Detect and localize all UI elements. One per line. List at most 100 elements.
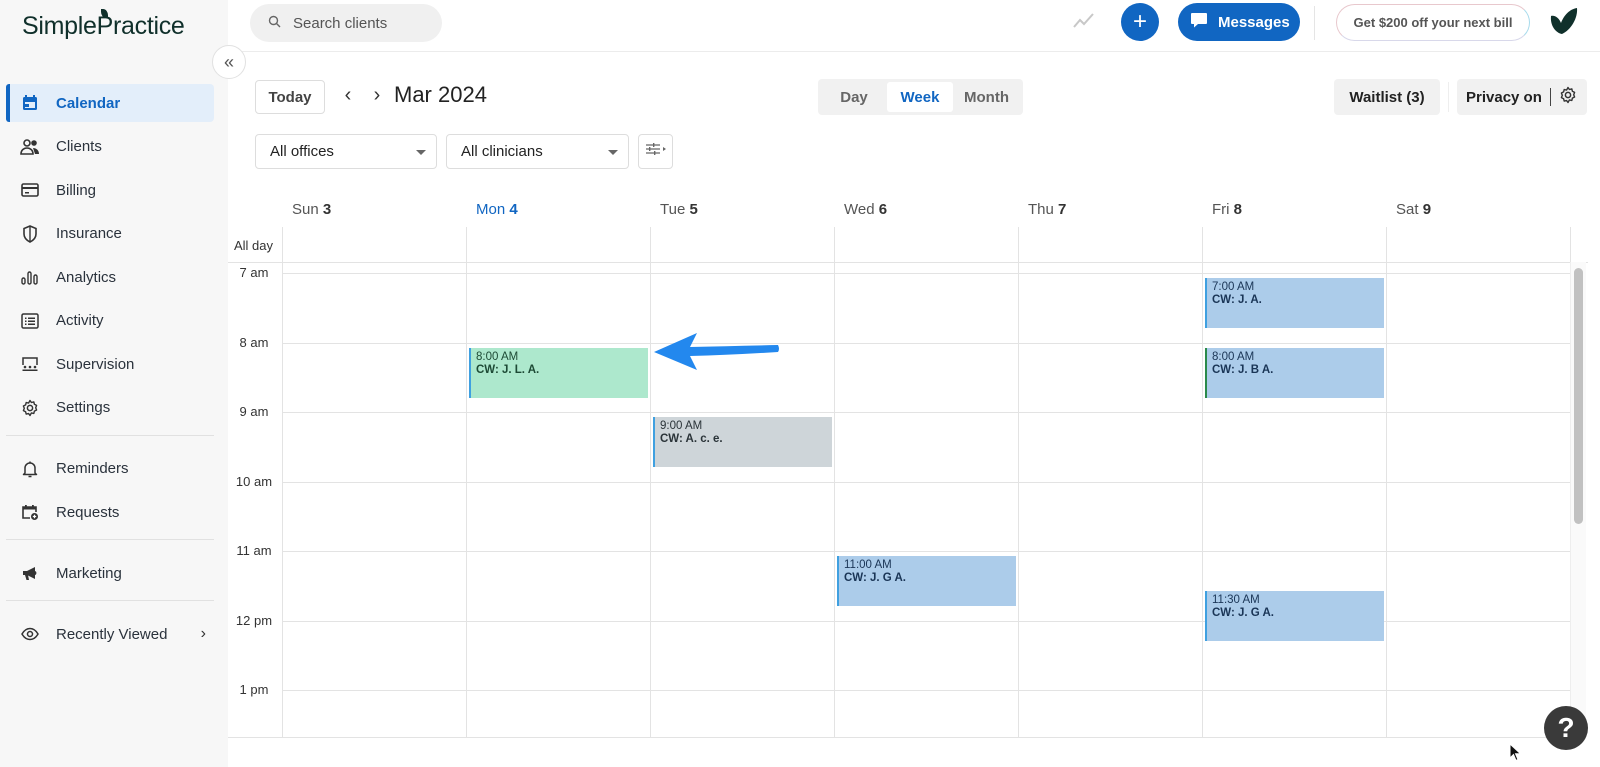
day-header-sun[interactable]: Sun 3: [292, 201, 331, 218]
filter-settings-button[interactable]: [638, 134, 673, 169]
logo-leaf-icon: [101, 9, 108, 18]
day-name: Sat: [1396, 201, 1419, 218]
day-number: 8: [1233, 201, 1243, 218]
sidebar-item-analytics[interactable]: Analytics: [6, 258, 214, 296]
day-name: Thu: [1028, 201, 1054, 218]
gear-icon[interactable]: [1559, 86, 1577, 108]
privacy-toggle-button[interactable]: Privacy on: [1457, 79, 1587, 115]
top-bar: Search clients + Messages Get $200 off y…: [228, 0, 1600, 52]
sidebar-item-reminders[interactable]: Reminders: [6, 450, 214, 488]
question-mark-icon: ?: [1557, 712, 1575, 743]
prev-week-button[interactable]: ‹: [338, 84, 358, 107]
calendar-event[interactable]: 7:00 AM CW: J. A.: [1205, 278, 1384, 329]
trend-icon[interactable]: [1072, 12, 1096, 35]
megaphone-icon: [20, 563, 40, 583]
event-client-name: CW: J. G A.: [844, 572, 906, 584]
search-input[interactable]: Search clients: [250, 4, 442, 42]
chevron-right-icon: ›: [373, 84, 381, 106]
day-number: 3: [322, 201, 332, 218]
time-label: 1 pm: [239, 682, 269, 697]
sliders-icon: [645, 142, 667, 161]
sidebar-item-label: Clients: [56, 138, 102, 155]
calendar-event[interactable]: 8:00 AM CW: J. B A.: [1205, 347, 1384, 398]
calendar-event[interactable]: 8:00 AM CW: J. L. A.: [469, 347, 648, 398]
clinician-filter-select[interactable]: All clinicians: [446, 134, 629, 169]
sidebar-item-recently-viewed[interactable]: Recently Viewed ›: [6, 615, 214, 653]
all-day-label: All day: [234, 238, 274, 253]
account-avatar[interactable]: [1548, 6, 1580, 41]
day-header-tue[interactable]: Tue 5: [660, 201, 698, 218]
waitlist-button[interactable]: Waitlist (3): [1334, 79, 1440, 115]
sidebar-item-supervision[interactable]: Supervision: [6, 345, 214, 383]
sidebar-item-requests[interactable]: Requests: [6, 493, 214, 531]
search-icon: [268, 15, 281, 31]
collapse-sidebar-button[interactable]: «: [212, 45, 246, 79]
hour-line: [282, 273, 1570, 274]
view-day-button[interactable]: Day: [821, 82, 887, 112]
messages-button[interactable]: Messages: [1178, 3, 1300, 41]
chat-bubble-icon: [1190, 11, 1208, 33]
sidebar-item-settings[interactable]: Settings: [6, 389, 214, 427]
messages-label: Messages: [1218, 13, 1290, 31]
sidebar-item-label: Analytics: [56, 268, 117, 286]
day-header-wed[interactable]: Wed 6: [844, 201, 887, 218]
clinician-filter-value: All clinicians: [461, 143, 543, 160]
event-time: 9:00 AM: [660, 420, 703, 432]
hour-line: [282, 342, 1570, 344]
today-button[interactable]: Today: [255, 80, 325, 114]
calendar-icon: [20, 93, 40, 113]
time-label: 9 am: [239, 404, 269, 419]
add-button[interactable]: +: [1121, 3, 1159, 41]
day-header-mon[interactable]: Mon 4: [476, 201, 518, 218]
calendar-event[interactable]: 11:00 AM CW: J. G A.: [837, 556, 1016, 607]
day-header-fri[interactable]: Fri 8: [1212, 201, 1242, 218]
hour-line: [282, 412, 1570, 413]
hour-line: [282, 551, 1570, 552]
calendar-event[interactable]: 11:30 AM CW: J. G A.: [1205, 590, 1384, 641]
event-time: 8:00 AM: [476, 350, 519, 363]
day-number: 9: [1422, 201, 1432, 218]
office-filter-select[interactable]: All offices: [255, 134, 437, 169]
view-month-button[interactable]: Month: [953, 82, 1020, 112]
sidebar-item-label: Requests: [56, 503, 120, 521]
chevron-left-icon: ‹: [344, 84, 352, 106]
topbar-divider: [1314, 6, 1315, 40]
bar-chart-icon: [20, 267, 40, 287]
sidebar-item-billing[interactable]: Billing: [6, 171, 214, 209]
eye-icon: [20, 624, 40, 644]
calendar-scrollbar[interactable]: [1570, 262, 1586, 737]
calendar-plus-icon: [20, 502, 40, 522]
sidebar-item-insurance[interactable]: Insurance: [6, 215, 214, 253]
view-toggle: Day Week Month: [818, 79, 1023, 115]
sidebar-item-marketing[interactable]: Marketing: [6, 554, 214, 592]
credit-card-icon: [20, 180, 40, 200]
sidebar-item-activity[interactable]: Activity: [6, 302, 214, 340]
event-client-name: CW: J. G A.: [1212, 606, 1274, 619]
view-week-button[interactable]: Week: [887, 82, 953, 112]
scrollbar-thumb[interactable]: [1574, 268, 1583, 524]
logo[interactable]: SimplePractice: [22, 9, 185, 41]
day-name: Fri: [1212, 201, 1230, 218]
privacy-separator: [1549, 88, 1551, 106]
day-name: Wed: [844, 201, 875, 218]
day-name: Sun: [292, 201, 319, 218]
sidebar-item-calendar[interactable]: Calendar: [6, 84, 214, 122]
time-label: 8 am: [239, 334, 269, 350]
sidebar-item-label: Supervision: [56, 355, 135, 373]
sidebar-divider: [6, 434, 214, 436]
day-header-sat[interactable]: Sat 9: [1396, 201, 1431, 218]
promo-button[interactable]: Get $200 off your next bill: [1336, 4, 1530, 41]
supervision-icon: [20, 354, 40, 374]
app-root: SimplePractice Calendar Clients Billing: [0, 0, 1600, 767]
next-week-button[interactable]: ›: [367, 84, 387, 107]
sidebar-item-label: Activity: [56, 312, 104, 329]
chevron-right-icon: ›: [200, 625, 206, 642]
help-button[interactable]: ?: [1544, 706, 1588, 750]
sidebar-item-clients[interactable]: Clients: [6, 128, 214, 166]
day-name: Tue: [660, 201, 686, 218]
event-client-name: CW: J. B A.: [1212, 363, 1274, 376]
calendar-event[interactable]: 9:00 AM CW: A. c. e.: [653, 417, 832, 468]
mouse-cursor-icon: [1509, 743, 1522, 762]
sidebar-item-label: Insurance: [56, 225, 122, 242]
day-header-thu[interactable]: Thu 7: [1028, 201, 1066, 218]
